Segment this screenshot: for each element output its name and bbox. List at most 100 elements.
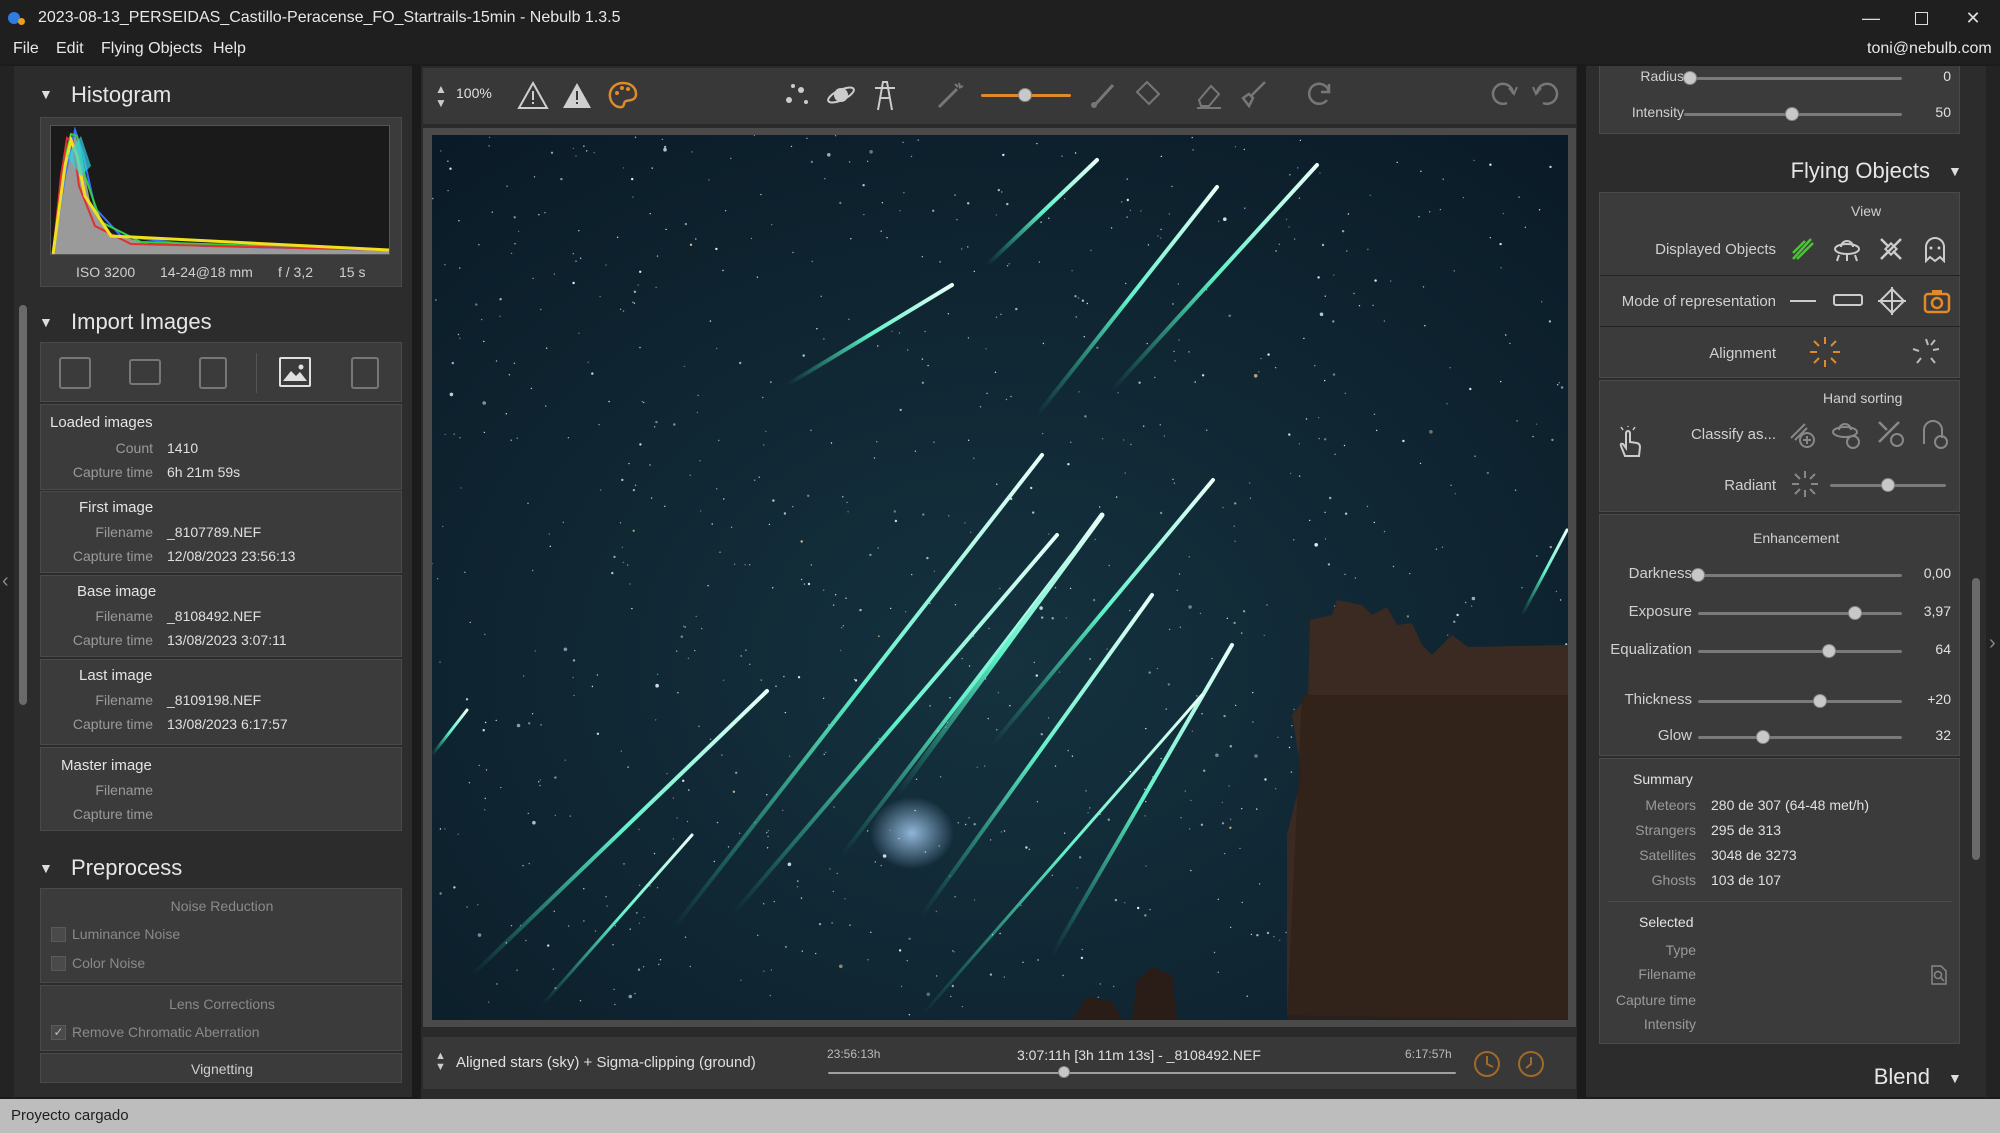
classify-ghost-icon[interactable] [1919,418,1951,450]
enh-knob[interactable] [1691,568,1705,582]
exposure-value: 15 s [339,264,366,280]
import-list-icon[interactable] [199,357,227,389]
enh-slider[interactable] [1698,736,1902,739]
collapse-triangle-icon[interactable]: ▼ [39,314,53,330]
image-canvas[interactable] [432,135,1568,1020]
count-label: Count [115,440,153,456]
radius-slider[interactable] [1684,77,1902,80]
classify-satellite-icon[interactable] [1875,418,1907,450]
enh-slider[interactable] [1698,650,1902,653]
satellite-icon[interactable] [1877,235,1905,263]
user-account[interactable]: toni@nebulb.com [1867,40,1992,58]
timeline-end: 6:17:57h [1405,1047,1452,1061]
crosshair-mode-icon[interactable] [1877,286,1907,316]
bar-mode-icon[interactable] [1833,294,1863,306]
base-image-icon[interactable] [279,357,311,387]
intensity-knob[interactable] [1785,107,1799,121]
collapse-triangle-icon[interactable]: ▼ [1948,1070,1962,1086]
enh-knob[interactable] [1848,606,1863,620]
enh-knob[interactable] [1821,644,1836,658]
enh-value: +20 [1927,691,1951,707]
locate-file-icon[interactable] [1929,964,1949,986]
color-noise-label: Color Noise [72,955,146,971]
selected-type-label: Type [1665,942,1696,958]
app-logo-icon [8,9,26,27]
warning-filled-icon[interactable] [561,80,593,110]
zoom-spinner-icon[interactable]: ▲ ▼ [435,82,447,110]
camera-mode-icon[interactable] [1922,286,1952,316]
enh-slider[interactable] [1698,612,1902,615]
clock-icon[interactable] [1471,1048,1503,1080]
radiant-icon[interactable] [1790,469,1820,499]
vignetting-box[interactable]: Vignetting [40,1053,402,1083]
undo-icon[interactable] [1531,78,1563,110]
classify-meteor-icon[interactable] [1787,418,1819,450]
maximize-button[interactable] [1894,0,1948,36]
import-toolbar [40,342,402,402]
collapse-triangle-icon[interactable]: ▼ [1948,163,1962,179]
ground-tower-icon[interactable] [869,78,901,112]
warning-outline-icon[interactable] [517,80,549,110]
classify-ufo-icon[interactable] [1831,418,1863,450]
minimize-button[interactable]: — [1844,0,1898,36]
color-noise-checkbox[interactable] [51,956,66,971]
enh-knob[interactable] [1756,730,1771,744]
luminance-noise-checkbox[interactable] [51,927,66,942]
fill-bucket-icon[interactable] [1131,78,1163,110]
redo-icon[interactable] [1487,78,1519,110]
mode-spinner-icon[interactable]: ▲ ▼ [435,1051,446,1073]
enh-value: 3,97 [1923,603,1951,619]
stars-icon[interactable] [781,80,813,110]
flying-objects-title: Flying Objects [1790,158,1930,183]
enh-slider[interactable] [1698,574,1902,577]
scatter-alignment-icon[interactable] [1909,335,1943,369]
menu-file[interactable]: File [13,40,39,58]
hand-sorting-header: Hand sorting [1823,390,1903,406]
enh-slider[interactable] [1698,700,1902,703]
planet-icon[interactable] [825,80,857,110]
selected-filename-label: Filename [1638,966,1696,982]
eraser-icon[interactable] [1193,80,1225,110]
collapse-triangle-icon[interactable]: ▼ [39,86,53,102]
timeline-knob[interactable] [1057,1066,1070,1078]
vignetting-header[interactable]: Vignetting [41,1061,403,1077]
import-folder-icon[interactable] [129,359,161,385]
chevron-left-icon[interactable]: ‹ [2,570,9,593]
selected-capture-time-label: Capture time [1615,992,1696,1008]
refresh-icon[interactable] [1303,78,1335,110]
ghost-icon[interactable] [1921,235,1949,263]
right-collapse-strip[interactable]: › [1986,66,2000,1097]
left-collapse-strip[interactable]: ‹ [0,66,14,1097]
brush-icon[interactable] [1088,80,1120,110]
import-images-icon[interactable] [59,357,91,389]
collapse-triangle-icon[interactable]: ▼ [39,860,53,876]
close-button[interactable]: ✕ [1946,0,2000,36]
import-master-icon[interactable] [351,357,379,389]
ufo-icon[interactable] [1833,235,1861,263]
chevron-right-icon[interactable]: › [1989,632,1996,655]
radius-knob[interactable] [1683,71,1697,85]
magic-wand-icon[interactable] [935,80,967,110]
view-header: View [1851,203,1882,219]
menu-help[interactable]: Help [213,40,246,58]
history-clock-icon[interactable] [1515,1048,1547,1080]
zoom-level[interactable]: 100% [456,85,492,101]
first-capture-value: 12/08/2023 23:56:13 [167,548,296,564]
radiant-knob[interactable] [1881,478,1895,492]
timeline-track[interactable] [828,1072,1456,1074]
chromatic-aberration-checkbox[interactable]: ✓ [51,1025,66,1040]
broom-icon[interactable] [1237,78,1269,110]
enh-label: Darkness [1628,565,1692,582]
menu-flying-objects[interactable]: Flying Objects [101,40,202,58]
menu-edit[interactable]: Edit [56,40,84,58]
meteor-display-icon[interactable] [1789,235,1817,263]
right-scrollbar[interactable] [1972,578,1980,860]
palette-icon[interactable] [607,80,639,110]
blend-mode-label[interactable]: Aligned stars (sky) + Sigma-clipping (gr… [456,1054,756,1071]
status-text: Proyecto cargado [11,1107,129,1124]
enh-knob[interactable] [1813,694,1828,708]
line-mode-icon[interactable] [1790,300,1816,302]
radiant-alignment-icon[interactable] [1808,335,1842,369]
brush-size-knob[interactable] [1018,88,1032,102]
left-scrollbar[interactable] [19,305,27,705]
